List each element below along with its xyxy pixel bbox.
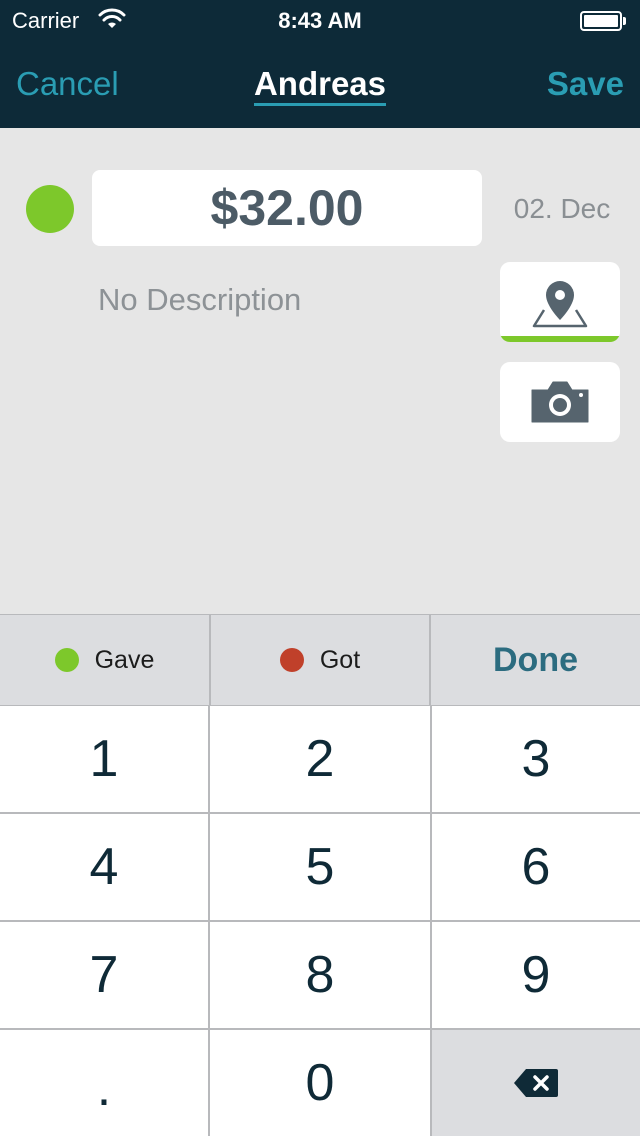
key-6[interactable]: 6 [432, 814, 640, 920]
amount-value: $32.00 [210, 180, 364, 236]
status-time: 8:43 AM [278, 8, 362, 33]
key-1[interactable]: 1 [0, 706, 208, 812]
key-2[interactable]: 2 [210, 706, 430, 812]
number-keypad: 1 2 3 4 5 6 7 8 9 . 0 [0, 706, 640, 1136]
backspace-icon [514, 1069, 558, 1097]
key-7[interactable]: 7 [0, 922, 208, 1028]
transaction-type-indicator[interactable] [26, 185, 74, 233]
backspace-key[interactable] [432, 1030, 640, 1136]
gave-segment[interactable]: Gave [0, 615, 209, 705]
page-title[interactable]: Andreas [0, 64, 640, 106]
location-button[interactable] [500, 262, 620, 342]
camera-icon [531, 381, 589, 423]
save-button[interactable]: Save [547, 64, 624, 104]
got-segment[interactable]: Got [209, 615, 431, 705]
key-4[interactable]: 4 [0, 814, 208, 920]
date-label[interactable]: 02. Dec [500, 193, 624, 225]
location-icon [532, 281, 588, 328]
key-decimal[interactable]: . [0, 1030, 208, 1136]
key-3[interactable]: 3 [432, 706, 640, 812]
description-field[interactable]: No Description [98, 282, 301, 318]
location-active-indicator [500, 336, 620, 342]
transaction-type-bar: Gave Got Done [0, 614, 640, 706]
got-dot [279, 648, 304, 672]
contact-name[interactable]: Andreas [253, 65, 387, 106]
done-label: Done [493, 640, 578, 679]
key-9[interactable]: 9 [432, 922, 640, 1028]
top-bar: Carrier 8:43 AM Cancel Andreas Save [0, 0, 640, 128]
key-8[interactable]: 8 [210, 922, 430, 1028]
done-button[interactable]: Done [431, 615, 640, 705]
gave-label: Gave [94, 645, 155, 674]
got-label: Got [319, 645, 361, 674]
camera-button[interactable] [500, 362, 620, 442]
amount-field[interactable]: $32.00 [92, 170, 482, 246]
key-0[interactable]: 0 [210, 1030, 430, 1136]
status-bar: Carrier 8:43 AM [0, 0, 640, 40]
key-5[interactable]: 5 [210, 814, 430, 920]
gave-dot [54, 648, 79, 672]
battery-icon [580, 11, 626, 31]
